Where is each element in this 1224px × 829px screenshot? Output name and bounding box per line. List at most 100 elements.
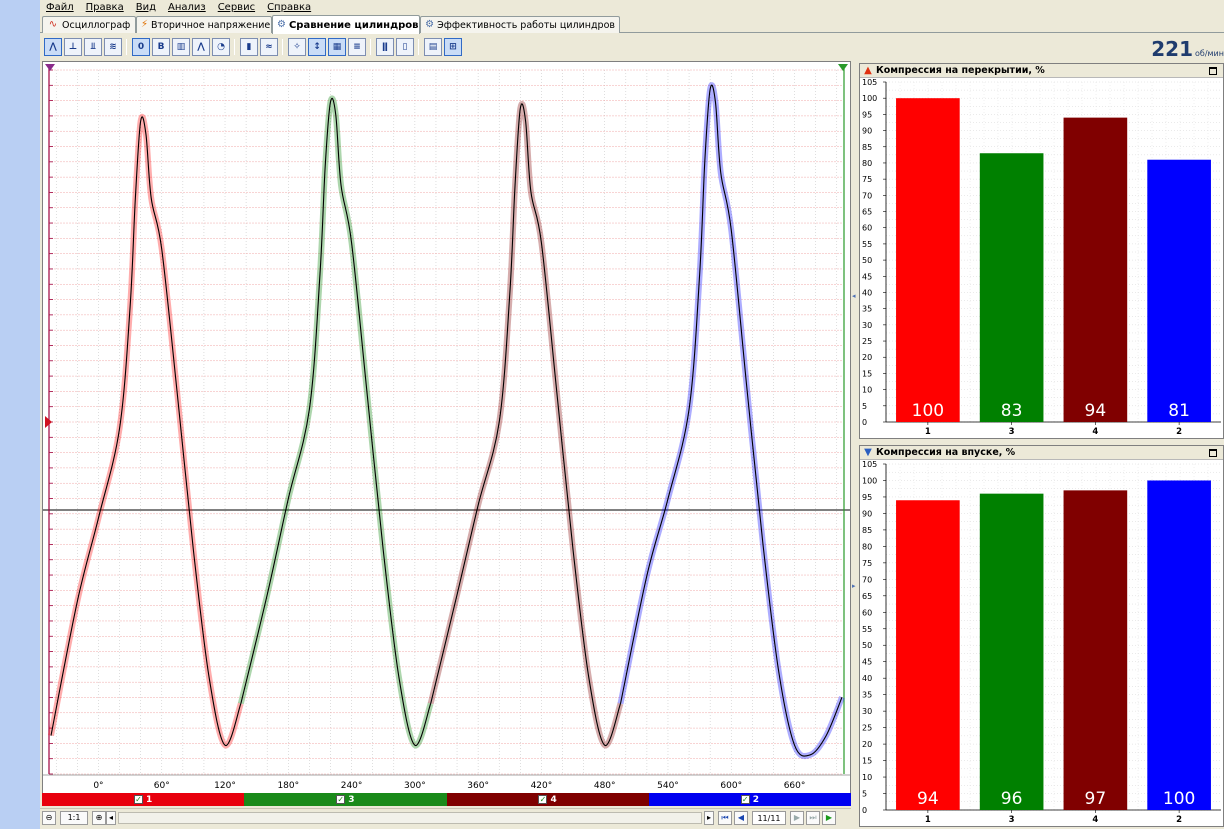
- first-page-icon[interactable]: ⏮: [718, 811, 732, 825]
- last-page-icon[interactable]: ⏭: [806, 811, 820, 825]
- compare-gear-icon: ⚙: [277, 19, 286, 30]
- marker-icon[interactable]: ✧: [288, 38, 306, 56]
- cylinder-toggle-2[interactable]: ✓ 2: [648, 793, 851, 806]
- y-tick-label: 55: [862, 625, 872, 634]
- y-tick-label: 90: [862, 127, 872, 136]
- bar-value-label: 94: [1085, 401, 1107, 421]
- bar-value-label: 97: [1085, 789, 1107, 809]
- rpm-unit: об/мин: [1195, 49, 1224, 58]
- fit-icon[interactable]: ⊞: [444, 38, 462, 56]
- bar-2: [1147, 480, 1211, 810]
- rpm-gauge-icon[interactable]: ◔: [212, 38, 230, 56]
- tab-cylinder-comparison[interactable]: ⚙ Сравнение цилиндров: [272, 15, 420, 34]
- cylinder-label: 1: [145, 794, 153, 805]
- waveform-c-icon[interactable]: ⫫: [84, 38, 102, 56]
- rpm-value: 221: [1151, 37, 1193, 61]
- x-tick-label: 180°: [277, 781, 299, 791]
- x-tick-label: 1: [925, 427, 931, 437]
- intake-compression-panel: ▼ Компрессия на впуске, % 0 5 10 15 20 25 30 35…: [859, 445, 1224, 827]
- layer-icon[interactable]: ≡: [348, 38, 366, 56]
- y-tick-label: 60: [862, 608, 872, 617]
- waveform-plot[interactable]: 0° 60° 120° 180° 240° 300° 360° 420° 480° 540° 600…: [43, 62, 850, 795]
- y-tick-label: 105: [862, 460, 877, 469]
- column-icon[interactable]: ▯: [396, 38, 414, 56]
- tab-label: Осциллограф: [62, 19, 131, 31]
- panel-header: ▼ Компрессия на впуске, %: [860, 446, 1223, 460]
- align-icon[interactable]: ↕: [308, 38, 326, 56]
- tab-oscilloscope[interactable]: ∿ Осциллограф: [42, 16, 136, 33]
- maximize-icon[interactable]: [1209, 67, 1217, 75]
- y-tick-label: 95: [862, 110, 872, 119]
- cylinder-toggle-1[interactable]: ✓ 1: [42, 793, 245, 806]
- tab-label: Вторичное напряжение: [151, 19, 271, 31]
- arrow-down-icon: ▼: [864, 446, 872, 458]
- y-tick-label: 90: [862, 509, 872, 518]
- x-tick-label: 120°: [214, 781, 236, 791]
- bar-4: [1063, 490, 1128, 810]
- next-page-icon[interactable]: ▶: [790, 811, 804, 825]
- pulse-mode-icon[interactable]: ⋀: [192, 38, 210, 56]
- menu-help[interactable]: Справка: [267, 2, 311, 13]
- zoom-level[interactable]: 1:1: [60, 811, 88, 825]
- efficiency-gear-icon: ⚙: [425, 19, 435, 30]
- menu-service[interactable]: Сервис: [218, 2, 255, 13]
- tab-cylinder-efficiency[interactable]: ⚙ Эффективность работы цилиндров: [420, 16, 620, 33]
- bar-mode-icon[interactable]: ▥: [172, 38, 190, 56]
- y-tick-label: 100: [862, 476, 877, 485]
- checkbox-icon[interactable]: ✓: [740, 795, 750, 804]
- y-tick-label: 80: [862, 542, 872, 551]
- cylinder-toggle-3[interactable]: ✓ 3: [244, 793, 447, 806]
- x-tick-label: 540°: [657, 781, 679, 791]
- zoom-out-icon[interactable]: ⊖: [42, 811, 56, 825]
- menu-edit[interactable]: Правка: [86, 2, 124, 13]
- cylinder-label: 3: [348, 794, 355, 805]
- bar-1: [896, 500, 960, 810]
- menu-analysis[interactable]: Анализ: [168, 2, 206, 13]
- menu-file[interactable]: Файл: [46, 2, 74, 13]
- bold-toggle-icon[interactable]: B: [152, 38, 170, 56]
- menu-view[interactable]: Вид: [136, 2, 156, 13]
- x-tick-label: 300°: [404, 781, 426, 791]
- x-tick-label: 2: [1176, 427, 1182, 437]
- x-tick-label: 1: [925, 815, 931, 825]
- bar-chart-icon[interactable]: ▮: [240, 38, 258, 56]
- tab-label: Сравнение цилиндров: [288, 19, 419, 31]
- offset-toggle-icon[interactable]: 0: [132, 38, 150, 56]
- waveform-b-icon[interactable]: ⊥: [64, 38, 82, 56]
- x-tick-label: 4: [1092, 815, 1098, 825]
- prev-page-icon[interactable]: ◀: [734, 811, 748, 825]
- scroll-right-icon[interactable]: ▸: [704, 811, 714, 825]
- checkbox-icon[interactable]: ✓: [538, 795, 548, 804]
- y-tick-label: 45: [862, 658, 872, 667]
- tab-secondary-voltage[interactable]: ⚡ Вторичное напряжение: [136, 16, 272, 33]
- export-icon[interactable]: ▤: [424, 38, 442, 56]
- waveform-plot-panel[interactable]: 0° 60° 120° 180° 240° 300° 360° 420° 480° 540° 600…: [42, 61, 851, 796]
- panel-splitter[interactable]: ◂ ▸: [851, 61, 858, 827]
- color-map-icon[interactable]: ▦: [328, 38, 346, 56]
- checkbox-icon[interactable]: ✓: [336, 795, 346, 804]
- ignition-icon: ⚡: [141, 19, 149, 30]
- y-tick-label: 65: [862, 208, 872, 217]
- overlay-icon[interactable]: ≈: [260, 38, 278, 56]
- horizontal-scrollbar[interactable]: [118, 812, 702, 824]
- cylinder-label: 2: [752, 794, 759, 805]
- overlap-compression-chart: 0 5 10 15 20 25 30 35 40 45 50 55 60 65 70 75 80 85 90 95 10…: [860, 78, 1223, 438]
- expand-right-icon[interactable]: ▸: [852, 581, 856, 591]
- bar-value-label: 94: [917, 789, 939, 809]
- collapse-left-icon[interactable]: ◂: [852, 291, 856, 301]
- cylinder-toggle-4[interactable]: ✓ 4: [446, 793, 649, 806]
- maximize-icon[interactable]: [1209, 449, 1217, 457]
- waveform-a-icon[interactable]: ⋀: [44, 38, 62, 56]
- waveform-d-icon[interactable]: ≋: [104, 38, 122, 56]
- cylinder-legend-strip: ✓ 1 ✓ 3 ✓ 4 ✓ 2: [42, 793, 851, 806]
- zoom-in-icon[interactable]: ⊕: [92, 811, 106, 825]
- play-icon[interactable]: ▶: [822, 811, 836, 825]
- x-tick-label: 60°: [154, 781, 170, 791]
- x-tick-label: 360°: [467, 781, 489, 791]
- scale-icon[interactable]: ǁ: [376, 38, 394, 56]
- checkbox-icon[interactable]: ✓: [133, 795, 143, 804]
- y-tick-label: 20: [862, 740, 872, 749]
- scroll-left-icon[interactable]: ◂: [106, 811, 116, 825]
- y-tick-label: 105: [862, 78, 877, 87]
- y-tick-label: 75: [862, 559, 872, 568]
